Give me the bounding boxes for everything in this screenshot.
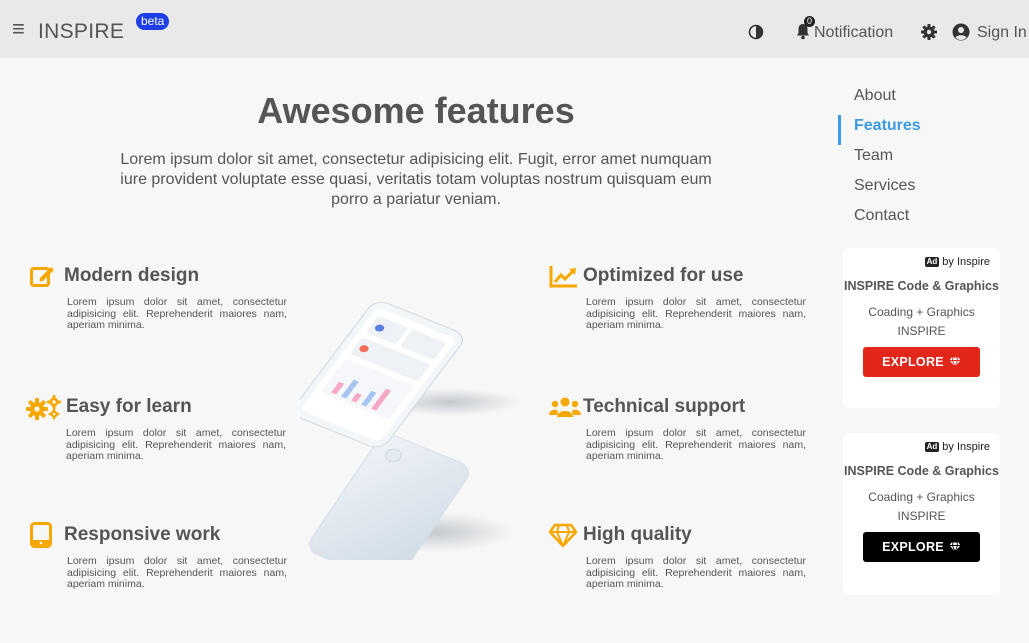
feature-high-quality: High quality Lorem ipsum dolor sit amet,… bbox=[549, 522, 806, 591]
diamond-icon bbox=[949, 357, 961, 367]
ad-subtitle: Coading + Graphics INSPIRE bbox=[868, 305, 975, 338]
tablet-icon bbox=[30, 522, 64, 548]
feature-modern-design: Modern design Lorem ipsum dolor sit amet… bbox=[30, 263, 287, 332]
notification-link[interactable]: Notification bbox=[814, 24, 893, 42]
ad-source: by Inspire bbox=[942, 256, 990, 268]
user-circle-icon[interactable] bbox=[952, 23, 970, 46]
ad-card-2: Ad by Inspire INSPIRE Code & Graphics Coa… bbox=[843, 433, 1000, 595]
nav-item-team[interactable]: Team bbox=[838, 145, 988, 175]
contrast-toggle-icon[interactable] bbox=[748, 24, 764, 45]
nav-item-features[interactable]: Features bbox=[838, 115, 988, 145]
sign-in-link[interactable]: Sign In bbox=[977, 24, 1027, 42]
feature-optimized-for-use: Optimized for use Lorem ipsum dolor sit … bbox=[549, 263, 806, 332]
nav-item-contact[interactable]: Contact bbox=[838, 205, 988, 235]
hamburger-menu-icon[interactable]: ≡ bbox=[12, 18, 25, 40]
feature-responsive-work: Responsive work Lorem ipsum dolor sit am… bbox=[30, 522, 287, 591]
feature-easy-for-learn: Easy for learn Lorem ipsum dolor sit ame… bbox=[25, 394, 286, 463]
diamond-icon bbox=[949, 542, 961, 552]
sidebar-nav: About Features Team Services Contact bbox=[838, 85, 988, 235]
settings-gear-icon[interactable] bbox=[920, 23, 938, 46]
phones-illustration bbox=[294, 290, 530, 582]
feature-technical-support: Technical support Lorem ipsum dolor sit … bbox=[549, 394, 806, 463]
ad-source: by Inspire bbox=[942, 441, 990, 453]
nav-item-services[interactable]: Services bbox=[838, 175, 988, 205]
chart-line-icon bbox=[549, 263, 583, 289]
ad-title: INSPIRE Code & Graphics bbox=[844, 464, 999, 478]
page-title: Awesome features bbox=[257, 90, 575, 131]
brand-logo[interactable]: INSPIRE bbox=[38, 20, 124, 44]
gears-icon bbox=[25, 394, 66, 420]
diamond-icon bbox=[549, 522, 583, 548]
top-navbar: ≡ INSPIRE beta 0 Notification Sign In bbox=[0, 0, 1029, 58]
nav-item-about[interactable]: About bbox=[838, 85, 988, 115]
intro-text: Lorem ipsum dolor sit amet, consectetur … bbox=[120, 151, 712, 208]
pencil-square-icon bbox=[30, 263, 64, 289]
ad-title: INSPIRE Code & Graphics bbox=[844, 279, 999, 293]
users-icon bbox=[549, 394, 583, 420]
ad-card-1: Ad by Inspire INSPIRE Code & Graphics Coa… bbox=[843, 248, 1000, 408]
ad-badge: Ad bbox=[924, 442, 940, 452]
ad-subtitle: Coading + Graphics INSPIRE bbox=[868, 490, 975, 523]
explore-button[interactable]: EXPLORE bbox=[863, 532, 980, 562]
explore-button[interactable]: EXPLORE bbox=[863, 347, 980, 377]
ad-badge: Ad bbox=[924, 257, 940, 267]
beta-badge: beta bbox=[136, 13, 170, 30]
